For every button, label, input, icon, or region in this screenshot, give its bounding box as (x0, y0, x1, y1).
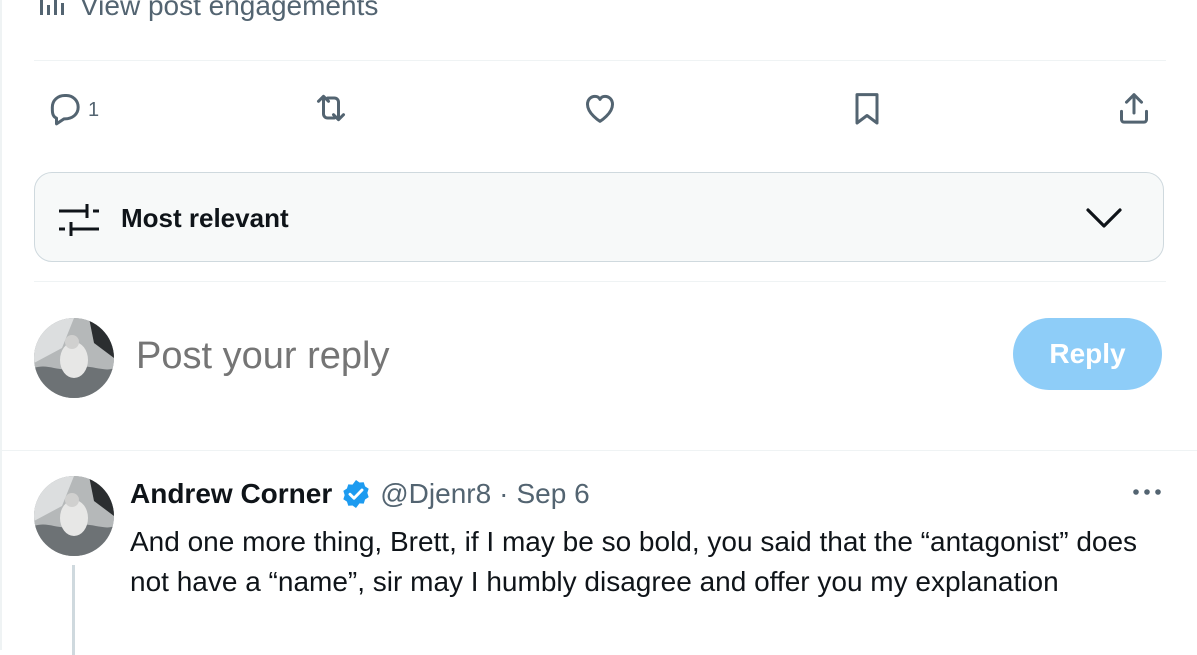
thread-line (72, 565, 75, 655)
divider (34, 60, 1166, 61)
view-engagements-link[interactable]: View post engagements (38, 0, 378, 22)
avatar[interactable] (34, 318, 114, 398)
author-name[interactable]: Andrew Corner (130, 478, 332, 510)
chevron-down-icon (1085, 203, 1123, 233)
tweet-header: Andrew Corner @Djenr8 · Sep 6 (130, 478, 590, 510)
share-button[interactable] (1114, 88, 1154, 132)
like-icon (580, 88, 620, 133)
column-border (0, 0, 2, 650)
author-handle[interactable]: @Djenr8 (380, 478, 491, 510)
share-icon (1114, 88, 1154, 133)
reply-input[interactable] (134, 330, 958, 382)
retweet-icon (311, 88, 351, 133)
reply-count: 1 (88, 98, 100, 121)
analytics-icon (38, 0, 66, 22)
retweet-button[interactable] (311, 88, 351, 132)
bookmark-button[interactable] (847, 88, 887, 132)
divider (34, 281, 1166, 282)
sliders-icon (57, 199, 101, 239)
author-avatar[interactable] (34, 476, 114, 556)
reply-icon (44, 88, 84, 133)
verified-badge-icon[interactable] (340, 478, 372, 510)
like-button[interactable] (580, 88, 620, 132)
sort-label: Most relevant (121, 203, 289, 233)
tweet-text: And one more thing, Brett, if I may be s… (130, 526, 1138, 597)
reply-submit-button[interactable]: Reply (1013, 318, 1162, 390)
divider (2, 450, 1197, 451)
meta-separator: · (499, 478, 509, 509)
bookmark-icon (847, 88, 887, 133)
tweet-date[interactable]: Sep 6 (516, 478, 589, 510)
sort-replies-dropdown[interactable]: Most relevant (34, 172, 1164, 262)
more-options-icon[interactable] (1130, 482, 1164, 502)
view-engagements-label: View post engagements (80, 0, 379, 21)
reply-button[interactable]: 1 (44, 88, 99, 132)
